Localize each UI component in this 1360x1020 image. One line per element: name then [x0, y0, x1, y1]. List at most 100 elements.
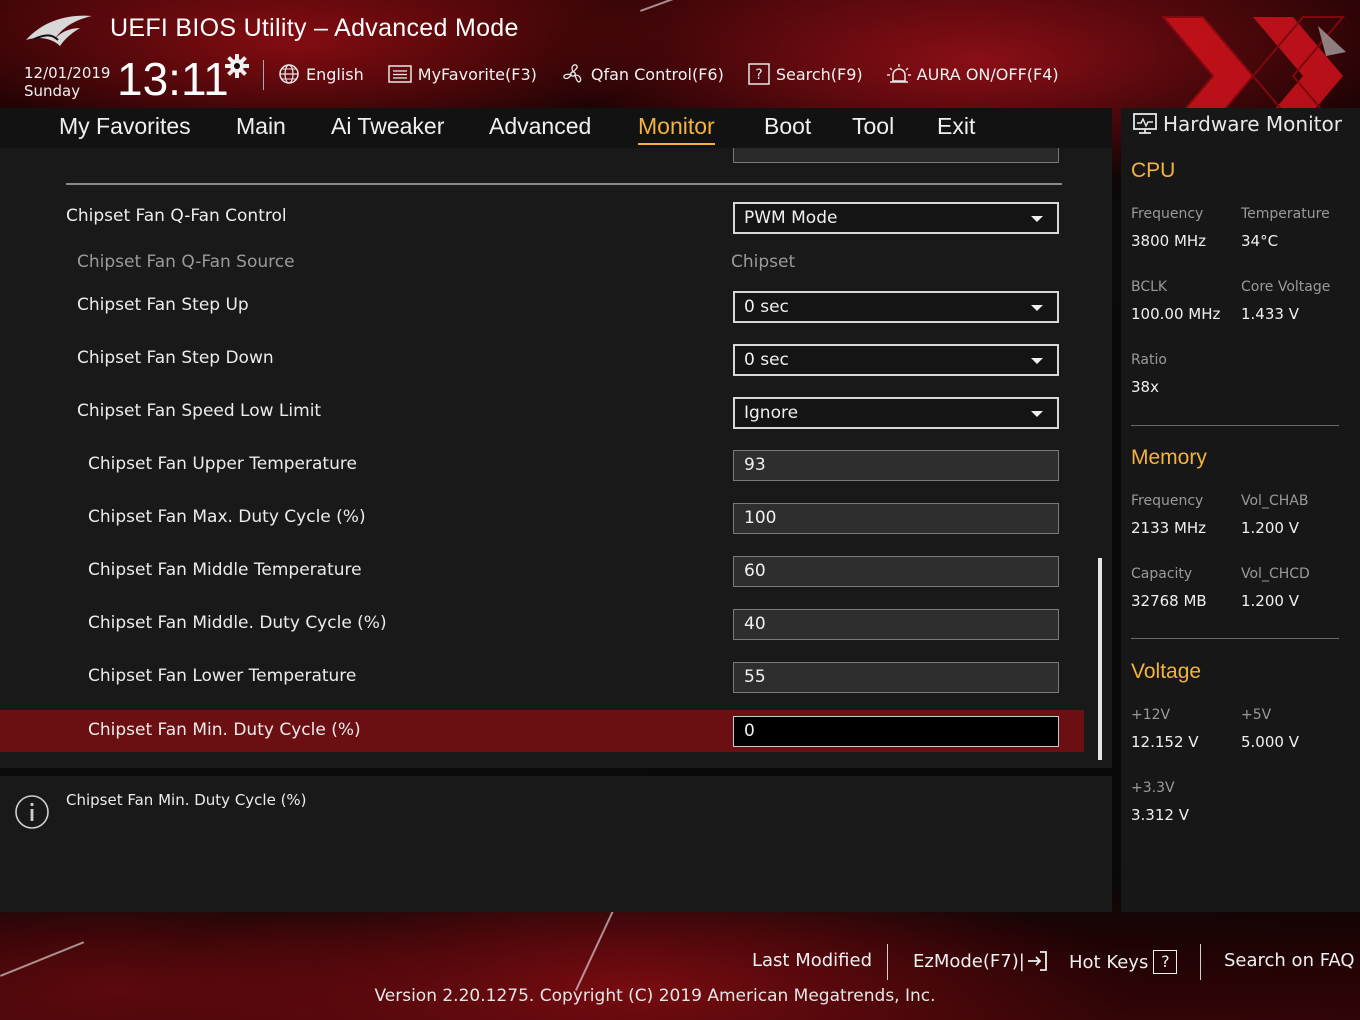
tab-main[interactable]: Main	[236, 113, 286, 140]
step-down-dropdown[interactable]: 0 sec	[733, 344, 1059, 376]
setting-label: Chipset Fan Step Up	[77, 295, 249, 315]
scrolled-off-field	[733, 148, 1059, 163]
tab-monitor[interactable]: Monitor	[638, 113, 715, 145]
aura-label: AURA ON/OFF(F4)	[916, 64, 1059, 84]
setting-row-min-duty-cycle[interactable]: Chipset Fan Min. Duty Cycle (%) 0	[0, 710, 1084, 752]
cpu-temperature-label: Temperature	[1241, 206, 1330, 222]
cpu-temperature-value: 34°C	[1241, 232, 1279, 250]
list-icon	[388, 65, 412, 83]
vol-chab-label: Vol_CHAB	[1241, 493, 1309, 509]
hw-divider	[1131, 638, 1339, 639]
language-label: English	[306, 64, 364, 84]
setting-row-step-up[interactable]: Chipset Fan Step Up 0 sec	[0, 285, 1084, 327]
help-info-panel: Chipset Fan Min. Duty Cycle (%)	[0, 776, 1112, 912]
caret-down-icon	[1031, 411, 1043, 417]
memory-heading: Memory	[1131, 446, 1207, 469]
tab-advanced[interactable]: Advanced	[489, 113, 591, 140]
hw-divider	[1131, 425, 1339, 426]
caret-down-icon	[1031, 216, 1043, 222]
setting-row-speed-low-limit[interactable]: Chipset Fan Speed Low Limit Ignore	[0, 391, 1084, 433]
ezmode-label: EzMode(F7)|	[913, 950, 1025, 972]
input-value: 60	[744, 561, 766, 581]
v12-label: +12V	[1131, 707, 1171, 723]
input-value: 40	[744, 614, 766, 634]
help-search-icon: ?	[748, 63, 770, 85]
version-text: Version 2.20.1275. Copyright (C) 2019 Am…	[374, 986, 936, 1006]
setting-row-middle-temperature[interactable]: Chipset Fan Middle Temperature 60	[0, 550, 1084, 592]
search-label: Search(F9)	[775, 64, 863, 84]
aura-toggle-button[interactable]: AURA ON/OFF(F4)	[886, 63, 1059, 85]
tab-my-favorites[interactable]: My Favorites	[59, 113, 191, 140]
search-button[interactable]: ? Search(F9)	[748, 63, 863, 85]
vol-chcd-value: 1.200 V	[1241, 592, 1299, 610]
input-value: 0	[744, 721, 755, 741]
tab-exit[interactable]: Exit	[937, 113, 975, 140]
speed-low-limit-dropdown[interactable]: Ignore	[733, 397, 1059, 429]
memory-frequency-value: 2133 MHz	[1131, 519, 1207, 537]
bclk-value: 100.00 MHz	[1131, 305, 1221, 323]
upper-temperature-input[interactable]: 93	[733, 450, 1059, 481]
setting-row-lower-temperature[interactable]: Chipset Fan Lower Temperature 55	[0, 656, 1084, 698]
hot-keys-button[interactable]: Hot Keys ?	[1069, 950, 1178, 974]
help-text: Chipset Fan Min. Duty Cycle (%)	[66, 791, 307, 809]
cpu-frequency-label: Frequency	[1131, 206, 1204, 222]
ratio-value: 38x	[1131, 378, 1159, 396]
dropdown-value: Ignore	[744, 403, 799, 423]
qfan-control-button[interactable]: Qfan Control(F6)	[561, 62, 724, 86]
setting-row-qfan-source: Chipset Fan Q-Fan Source Chipset	[0, 242, 1084, 284]
setting-row-upper-temperature[interactable]: Chipset Fan Upper Temperature 93	[0, 444, 1084, 486]
info-icon	[15, 795, 49, 829]
min-duty-cycle-input[interactable]: 0	[733, 716, 1059, 747]
v33-value: 3.312 V	[1131, 806, 1189, 824]
hardware-monitor-panel: Hardware Monitor CPU Frequency Temperatu…	[1121, 108, 1360, 912]
middle-temperature-input[interactable]: 60	[733, 556, 1059, 587]
help-key-icon: ?	[1153, 950, 1178, 974]
search-faq-label: Search on FAQ	[1224, 950, 1355, 971]
bclk-label: BCLK	[1131, 279, 1168, 295]
setting-row-step-down[interactable]: Chipset Fan Step Down 0 sec	[0, 338, 1084, 380]
dropdown-value: PWM Mode	[744, 208, 838, 228]
input-value: 100	[744, 508, 777, 528]
myfavorite-button[interactable]: MyFavorite(F3)	[388, 64, 537, 84]
caret-down-icon	[1031, 358, 1043, 364]
setting-label: Chipset Fan Q-Fan Control	[66, 206, 287, 226]
setting-row-max-duty-cycle[interactable]: Chipset Fan Max. Duty Cycle (%) 100	[0, 497, 1084, 539]
caret-down-icon	[1031, 305, 1043, 311]
setting-static-value: Chipset	[731, 252, 796, 272]
tab-ai-tweaker[interactable]: Ai Tweaker	[331, 113, 444, 140]
setting-label: Chipset Fan Lower Temperature	[88, 666, 357, 686]
dropdown-value: 0 sec	[744, 350, 789, 370]
fan-icon	[563, 64, 582, 83]
lower-temperature-input[interactable]: 55	[733, 662, 1059, 693]
section-divider	[66, 183, 1062, 185]
setting-row-middle-duty-cycle[interactable]: Chipset Fan Middle. Duty Cycle (%) 40	[0, 603, 1084, 645]
aura-light-icon	[886, 64, 911, 83]
setting-label: Chipset Fan Upper Temperature	[88, 454, 357, 474]
last-modified-button[interactable]: Last Modified	[752, 950, 872, 971]
toolbar: English MyFavorite(F3) Qfan Control(F6)	[278, 62, 1083, 86]
middle-duty-cycle-input[interactable]: 40	[733, 609, 1059, 640]
setting-row-qfan-control[interactable]: Chipset Fan Q-Fan Control PWM Mode	[0, 196, 1084, 238]
gear-icon[interactable]	[225, 54, 249, 78]
max-duty-cycle-input[interactable]: 100	[733, 503, 1059, 534]
step-up-dropdown[interactable]: 0 sec	[733, 291, 1059, 323]
hardware-monitor-label: Hardware Monitor	[1163, 112, 1342, 136]
settings-scrollbar[interactable]	[1098, 558, 1102, 760]
memory-frequency-label: Frequency	[1131, 493, 1204, 509]
v5-label: +5V	[1241, 707, 1272, 723]
svg-text:?: ?	[755, 67, 762, 83]
date-display: 12/01/2019 Sunday	[24, 64, 110, 100]
qfan-control-dropdown[interactable]: PWM Mode	[733, 202, 1059, 234]
date-text: 12/01/2019	[24, 64, 111, 82]
setting-label: Chipset Fan Q-Fan Source	[77, 252, 295, 272]
tab-tool[interactable]: Tool	[852, 113, 894, 140]
ezmode-button[interactable]: EzMode(F7)|	[913, 950, 1048, 972]
tab-boot[interactable]: Boot	[764, 113, 811, 140]
language-button[interactable]: English	[278, 63, 364, 85]
vol-chab-value: 1.200 V	[1241, 519, 1299, 537]
v33-label: +3.3V	[1131, 780, 1175, 796]
search-faq-button[interactable]: Search on FAQ	[1224, 950, 1355, 971]
ratio-label: Ratio	[1131, 352, 1167, 368]
footer-separator	[887, 944, 888, 980]
settings-panel: Chipset Fan Q-Fan Control PWM Mode Chips…	[0, 148, 1112, 768]
